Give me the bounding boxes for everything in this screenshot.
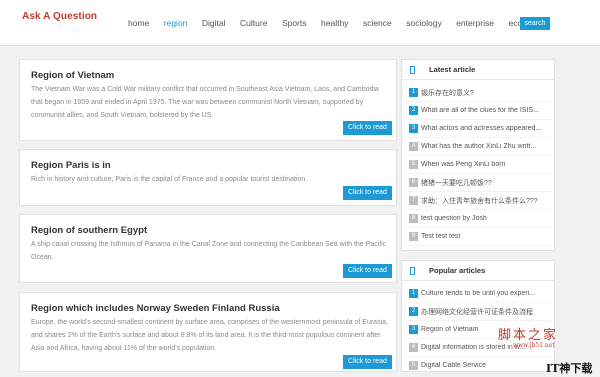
article-excerpt: Rich in history and culture, Paris is th… [31,176,308,183]
article-title[interactable]: Region of southern Egypt [31,225,147,236]
list-item-label[interactable]: Culture tends to be until you experi... [421,290,551,297]
list-item[interactable]: 4 What has the author XinLi Zhu writt... [409,138,551,156]
rank-badge: 5 [409,160,418,169]
nav-home[interactable]: home [128,18,149,28]
bookmark-icon [410,267,415,275]
read-button[interactable]: Click to read [343,264,392,278]
nav-enterprise[interactable]: enterprise [456,18,494,28]
latest-articles-panel: Latest article 1 锻乐存在的意义? 2 What are all o… [401,59,555,251]
rank-badge: 1 [409,88,418,97]
bookmark-icon [410,66,415,74]
nav-culture[interactable]: Culture [240,18,267,28]
article-card: Region Paris is in Rich in history and c… [19,149,397,206]
panel-title: Latest article [429,65,476,74]
list-item[interactable]: 9 Test test test [409,228,551,246]
rank-badge: 3 [409,325,418,334]
rank-badge: 9 [409,232,418,241]
list-item[interactable]: 5 When was Peng XinLi born [409,156,551,174]
search-button[interactable]: search [520,17,550,30]
article-card: Region of Vietnam The Vietnam War was a … [19,59,397,141]
panel-title: Popular articles [429,266,486,275]
list-item[interactable]: 3 What actors and actresses appeared... [409,120,551,138]
list-item[interactable]: 1 锻乐存在的意义? [409,84,551,102]
list-item-label[interactable]: What has the author XinLi Zhu writt... [421,143,551,150]
read-button[interactable]: Click to read [343,186,392,200]
article-title[interactable]: Region of Vietnam [31,70,114,81]
list-item[interactable]: 8 test question by Josh [409,210,551,228]
corner-watermark: IT神下载网 [546,362,593,375]
panel-header: Latest article [402,60,554,80]
main-nav: home region Digital Culture Sports healt… [128,18,564,28]
list-item-label[interactable]: 求助：入住青年旅舍有什么条件么??? [421,196,551,206]
list-item[interactable]: 6 猪猪一天要吃几顿饭?? [409,174,551,192]
popular-articles-panel: Popular articles 1 Culture tends to be un… [401,260,555,375]
rank-badge: 6 [409,178,418,187]
article-excerpt: Europe, the world's second-smallest cont… [31,319,388,352]
list-item-label[interactable]: 办理网络文化经营许可证条件及流程 [421,307,551,317]
list-item-label[interactable]: 猪猪一天要吃几顿饭?? [421,178,551,188]
article-excerpt: The Vietnam War was a Cold War military … [31,86,379,119]
watermark-url: www.jb51.net [513,342,555,349]
article-excerpt: A ship canal crossing the Isthmus of Pan… [31,241,387,261]
article-title[interactable]: Region which includes Norway Sweden Finl… [31,303,280,314]
panel-header: Popular articles [402,261,554,281]
nav-digital[interactable]: Digital [202,18,226,28]
list-item-label[interactable]: 锻乐存在的意义? [421,88,551,98]
article-card: Region of southern Egypt A ship canal cr… [19,214,397,283]
read-button[interactable]: Click to read [343,121,392,135]
list-item[interactable]: 2 What are all of the clues for the ISIS.… [409,102,551,120]
list-item-label[interactable]: When was Peng XinLi born [421,161,551,168]
rank-badge: 4 [409,142,418,151]
read-button[interactable]: Click to read [343,355,392,369]
list-item[interactable]: 7 求助：入住青年旅舍有什么条件么??? [409,192,551,210]
list-item[interactable]: 2 办理网络文化经营许可证条件及流程 [409,303,551,321]
latest-list: 1 锻乐存在的意义? 2 What are all of the clues for… [409,84,551,246]
list-item-label[interactable]: What actors and actresses appeared... [421,125,551,132]
article-card: Region which includes Norway Sweden Finl… [19,292,397,372]
list-item[interactable]: 5 Digital Cable Service [409,357,551,375]
nav-science[interactable]: science [363,18,392,28]
list-item-label[interactable]: What are all of the clues for the ISIS..… [421,107,551,114]
rank-badge: 4 [409,343,418,352]
rank-badge: 8 [409,214,418,223]
site-logo[interactable]: Ask A Question [22,11,97,22]
rank-badge: 2 [409,106,418,115]
nav-sports[interactable]: Sports [282,18,307,28]
watermark-text: 脚本之家 [498,328,559,343]
rank-badge: 2 [409,307,418,316]
nav-healthy[interactable]: healthy [321,18,348,28]
list-item[interactable]: 1 Culture tends to be until you experi... [409,285,551,303]
list-item-label[interactable]: test question by Josh [421,215,551,222]
list-item-label[interactable]: Test test test [421,233,551,240]
nav-sociology[interactable]: sociology [406,18,441,28]
top-navbar: Ask A Question home region Digital Cultu… [0,0,600,46]
nav-region[interactable]: region [164,18,188,28]
rank-badge: 3 [409,124,418,133]
rank-badge: 7 [409,196,418,205]
rank-badge: 5 [409,361,418,370]
list-item-label[interactable]: Digital Cable Service [421,362,551,369]
article-title[interactable]: Region Paris is in [31,160,111,171]
rank-badge: 1 [409,289,418,298]
